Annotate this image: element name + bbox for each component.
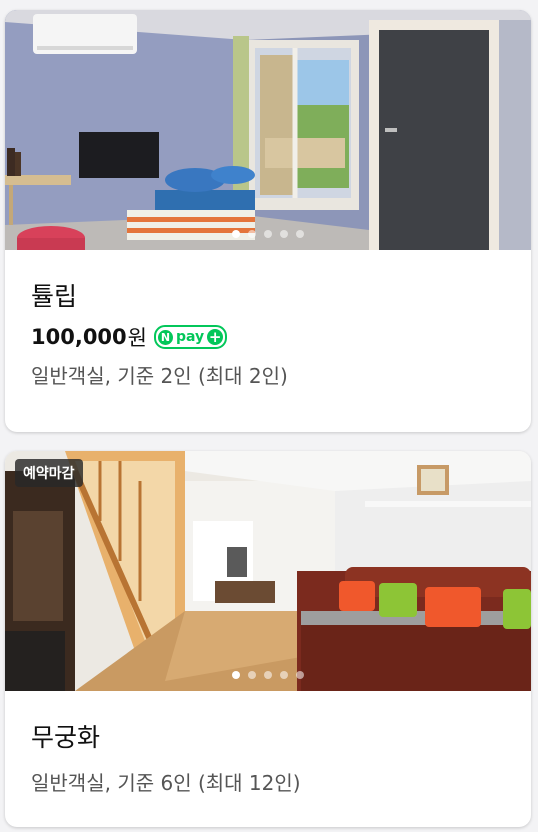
room-card-mugunghwa[interactable]: 예약마감 무궁화 일반객실, 기준 6인 (최대 12인) (5, 451, 531, 827)
price-row: 100,000 원 N pay + (31, 322, 505, 352)
room-photo-carousel[interactable]: 예약마감 (5, 451, 531, 691)
carousel-dot[interactable] (232, 230, 240, 238)
carousel-dot[interactable] (296, 230, 304, 238)
room-photo (5, 451, 531, 691)
carousel-dot[interactable] (280, 671, 288, 679)
npay-label: pay (175, 329, 205, 345)
room-name[interactable]: 무궁화 (31, 721, 505, 755)
room-card-tulip[interactable]: 튤립 100,000 원 N pay + 일반객실, 기준 2인 (최대 2인) (5, 10, 531, 432)
carousel-dot[interactable] (264, 671, 272, 679)
carousel-dot[interactable] (248, 671, 256, 679)
room-name[interactable]: 튤립 (31, 280, 505, 314)
carousel-dot[interactable] (264, 230, 272, 238)
room-list: 튤립 100,000 원 N pay + 일반객실, 기준 2인 (최대 2인) (0, 0, 538, 832)
npay-n-icon: N (157, 329, 173, 345)
carousel-dot[interactable] (296, 671, 304, 679)
carousel-dot[interactable] (280, 230, 288, 238)
room-photo (5, 10, 531, 250)
carousel-dot[interactable] (232, 671, 240, 679)
room-photo-carousel[interactable] (5, 10, 531, 250)
carousel-dot[interactable] (248, 230, 256, 238)
room-info: 튤립 100,000 원 N pay + 일반객실, 기준 2인 (최대 2인) (5, 280, 531, 390)
room-description: 일반객실, 기준 6인 (최대 12인) (31, 771, 301, 795)
room-info: 무궁화 일반객실, 기준 6인 (최대 12인) (5, 721, 531, 797)
room-description: 일반객실, 기준 2인 (최대 2인) (31, 364, 288, 388)
price-unit: 원 (127, 326, 147, 350)
room-price: 100,000 (31, 325, 127, 349)
status-badge: 예약마감 (15, 459, 83, 487)
npay-badge-icon: N pay + (153, 325, 228, 349)
npay-plus-icon: + (207, 328, 224, 346)
carousel-dots (5, 671, 531, 679)
carousel-dots (5, 230, 531, 238)
